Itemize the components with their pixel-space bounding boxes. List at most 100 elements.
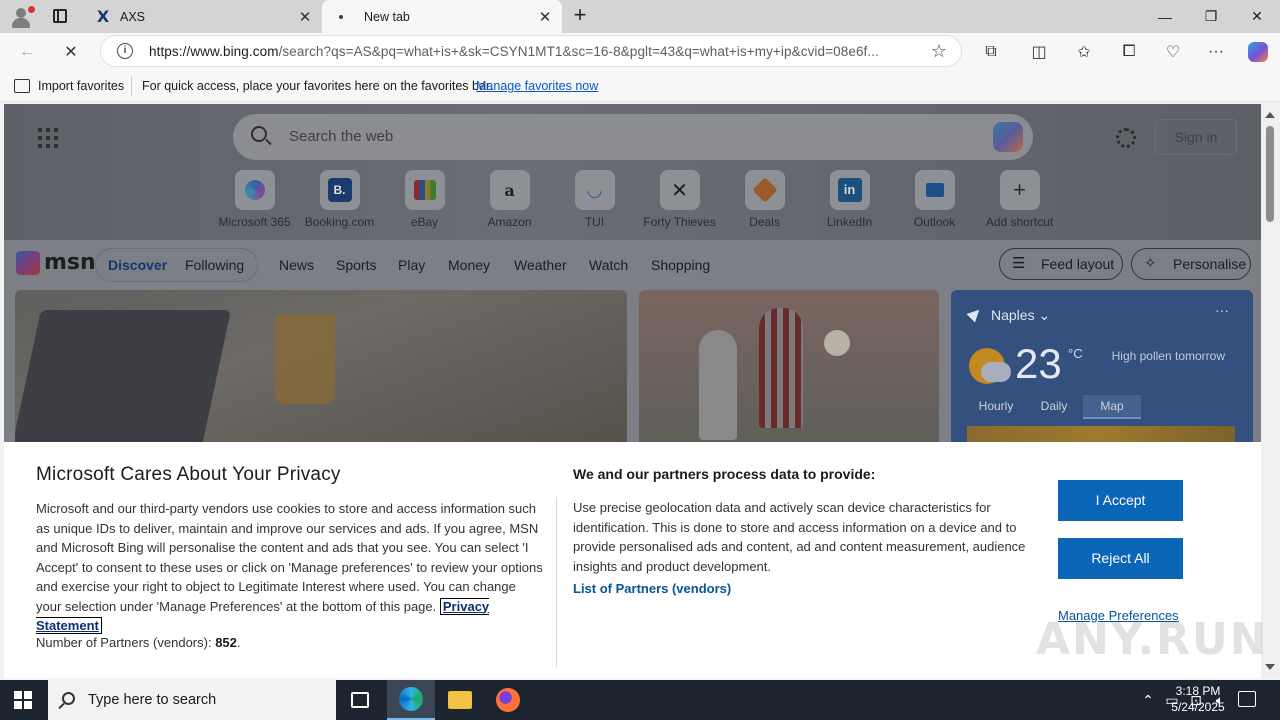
vendors-list-link[interactable]: List of Partners (vendors) <box>573 581 731 596</box>
tab-axs[interactable]: X AXS ✕ <box>84 0 322 33</box>
more-menu-icon[interactable]: ··· <box>1203 39 1229 65</box>
news-card-laptop[interactable] <box>15 290 627 450</box>
apps-launcher-icon[interactable] <box>38 128 58 148</box>
nav-money[interactable]: Money <box>448 257 490 273</box>
sign-in-button[interactable]: Sign in <box>1155 119 1237 155</box>
scroll-up-icon[interactable] <box>1265 112 1275 118</box>
taskbar-firefox[interactable] <box>484 680 532 720</box>
taskbar-edge[interactable] <box>387 680 435 720</box>
tab-title: New tab <box>364 9 410 24</box>
nav-weather[interactable]: Weather <box>514 257 567 273</box>
profile-icon[interactable] <box>8 4 35 30</box>
taskbar-search-placeholder: Type here to search <box>88 692 217 708</box>
personalise-label: Personalise <box>1173 256 1247 272</box>
import-favorites-button[interactable]: Import favorites <box>38 79 124 93</box>
close-tab-icon[interactable]: ✕ <box>296 8 314 26</box>
nav-discover[interactable]: Discover <box>108 257 167 273</box>
notifications-icon[interactable] <box>1238 691 1256 707</box>
tab-new-tab[interactable]: New tab ✕ <box>322 0 562 33</box>
chevron-up-icon[interactable]: ⌃ <box>1136 692 1160 709</box>
taskbar-search-box[interactable]: Type here to search <box>48 680 336 720</box>
back-icon[interactable]: ← <box>14 39 40 65</box>
linkedin-icon: in <box>829 170 870 210</box>
nav-sports[interactable]: Sports <box>336 257 376 273</box>
address-bar[interactable]: i https://www.bing.com/search?qs=AS&pq=w… <box>100 35 962 67</box>
shortcut-amazon[interactable]: a Amazon <box>467 170 552 229</box>
settings-gear-icon[interactable] <box>1116 128 1136 148</box>
msn-logo-text: msn <box>44 250 96 275</box>
shortcut-tui[interactable]: ◡ TUI <box>552 170 637 229</box>
shortcut-label: Booking.com <box>304 215 375 229</box>
accept-button[interactable]: I Accept <box>1058 480 1183 521</box>
page-scrollbar[interactable] <box>1261 104 1280 678</box>
task-view-button[interactable] <box>336 680 384 720</box>
shortcut-ebay[interactable]: eBay <box>382 170 467 229</box>
pollen-forecast[interactable]: High pollen tomorrow <box>1105 348 1225 364</box>
weather-unit: °C <box>1068 346 1083 361</box>
favorites-bar-message: For quick access, place your favorites h… <box>142 79 493 93</box>
nav-shopping[interactable]: Shopping <box>651 257 710 273</box>
weather-location[interactable]: Naples ⌄ <box>991 307 1050 324</box>
shortcut-linkedin[interactable]: in LinkedIn <box>807 170 892 229</box>
search-icon <box>62 692 75 705</box>
nav-following[interactable]: Following <box>185 257 244 273</box>
extensions-icon[interactable]: ⧉ <box>978 39 1004 65</box>
shortcut-microsoft-365[interactable]: Microsoft 365 <box>212 170 297 229</box>
scrollbar-thumb[interactable] <box>1266 126 1274 222</box>
firefox-icon <box>496 688 520 712</box>
taskbar: Type here to search ⌃ ▭ ⊡ 🔈︎ 3:18 PM 5/2… <box>0 680 1280 720</box>
weather-card[interactable]: Naples ⌄ ··· 23 °C High pollen tomorrow … <box>951 290 1253 450</box>
shortcut-forty-thieves[interactable]: ✕ Forty Thieves <box>637 170 722 229</box>
reject-all-button[interactable]: Reject All <box>1058 538 1183 579</box>
loading-icon <box>332 8 350 26</box>
nav-watch[interactable]: Watch <box>589 257 628 273</box>
weather-tab-map[interactable]: Map <box>1083 395 1141 419</box>
split-screen-icon[interactable]: ◫ <box>1026 39 1052 65</box>
windows-start-icon[interactable] <box>14 691 32 709</box>
shortcut-add[interactable]: + Add shortcut <box>977 170 1062 229</box>
shortcut-deals[interactable]: Deals <box>722 170 807 229</box>
favorite-star-icon[interactable]: ☆ <box>931 41 947 62</box>
clock-date: 5/24/2025 <box>1171 700 1225 714</box>
nav-news[interactable]: News <box>279 257 314 273</box>
favorites-icon[interactable]: ✩ <box>1071 39 1097 65</box>
shortcut-booking[interactable]: B. Booking.com <box>297 170 382 229</box>
shortcut-outlook[interactable]: Outlook <box>892 170 977 229</box>
news-card-football[interactable] <box>639 290 939 450</box>
system-clock[interactable]: 3:18 PM 5/24/2025 <box>1160 683 1236 715</box>
collections-icon[interactable]: ⧠ <box>1116 39 1142 65</box>
weather-tab-hourly[interactable]: Hourly <box>967 395 1025 419</box>
copilot-icon[interactable] <box>1245 39 1271 65</box>
hero-header: Search the web Sign in Microsoft 365 B. … <box>4 104 1261 240</box>
copilot-icon[interactable] <box>993 122 1023 152</box>
restore-button[interactable]: ❐ <box>1188 0 1234 33</box>
purposes-title: We and our partners process data to prov… <box>573 466 876 482</box>
browser-essentials-icon[interactable]: ♡ <box>1160 39 1186 65</box>
shortcut-label: eBay <box>410 215 439 229</box>
web-search-box[interactable]: Search the web <box>233 114 1033 160</box>
sliders-icon: ☰ <box>1012 255 1026 272</box>
tab-actions-icon[interactable] <box>48 6 72 28</box>
minimize-button[interactable]: — <box>1142 0 1188 33</box>
taskbar-file-explorer[interactable] <box>436 680 484 720</box>
feed-layout-button[interactable]: ☰ Feed layout <box>999 248 1123 280</box>
stop-loading-icon[interactable]: ✕ <box>58 39 84 65</box>
tab-title: AXS <box>120 9 146 24</box>
new-tab-button[interactable]: + <box>568 4 592 28</box>
msn-logo[interactable]: msn <box>16 250 96 275</box>
site-info-icon[interactable]: i <box>117 43 133 59</box>
folder-icon <box>448 691 472 709</box>
weather-tab-daily[interactable]: Daily <box>1025 395 1083 419</box>
tab-strip: X AXS ✕ New tab ✕ + — ❐ ✕ <box>0 0 1280 33</box>
forty-thieves-icon: ✕ <box>659 170 700 210</box>
purposes-text: Use precise geolocation data and activel… <box>573 500 1026 574</box>
tui-icon: ◡ <box>574 170 615 210</box>
close-tab-icon[interactable]: ✕ <box>536 8 554 26</box>
weather-more-icon[interactable]: ··· <box>1215 302 1229 318</box>
url-text[interactable]: https://www.bing.com/search?qs=AS&pq=wha… <box>149 44 919 59</box>
close-window-button[interactable]: ✕ <box>1234 0 1280 33</box>
nav-play[interactable]: Play <box>398 257 425 273</box>
manage-favorites-link[interactable]: Manage favorites now <box>476 79 598 93</box>
shortcut-label: Forty Thieves <box>643 215 716 229</box>
personalise-button[interactable]: ✧ Personalise <box>1131 248 1251 280</box>
